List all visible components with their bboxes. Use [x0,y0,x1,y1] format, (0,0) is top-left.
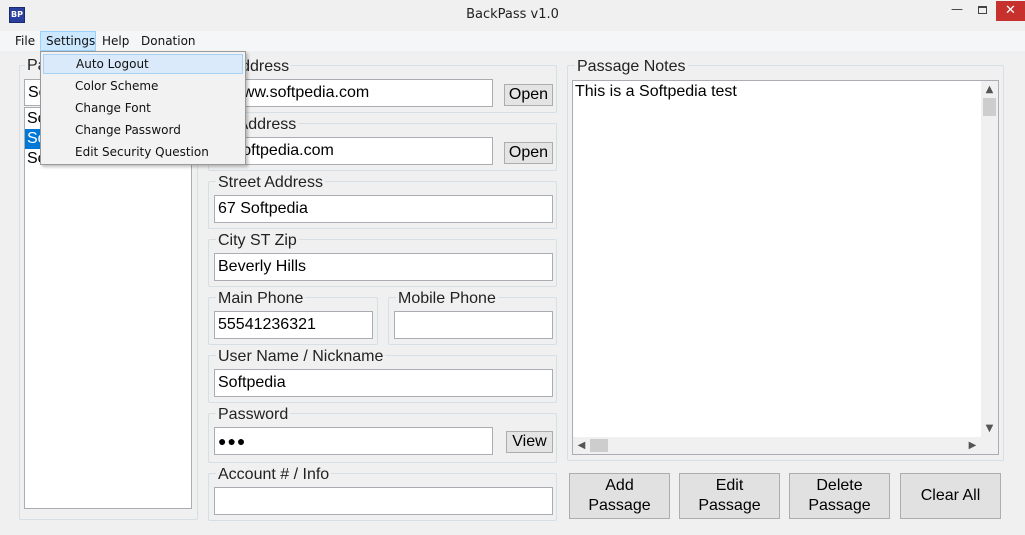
scroll-right-icon[interactable]: ▶ [964,437,981,454]
username-input[interactable]: Softpedia [214,369,553,397]
passage-list[interactable]: So So So [24,107,192,509]
settings-dropdown-menu: Auto Logout Color Scheme Change Font Cha… [40,51,246,165]
email-address-input[interactable]: @softpedia.com [214,137,493,165]
minimize-button[interactable]: — [944,1,970,21]
horizontal-scroll-thumb[interactable] [590,439,608,452]
passage-notes-label: Passage Notes [575,58,688,76]
password-input[interactable]: ●●● [214,427,493,455]
street-address-label: Street Address [216,174,325,192]
edit-passage-button[interactable]: Edit Passage [679,473,780,519]
maximize-icon [978,6,987,14]
main-phone-input[interactable]: 55541236321 [214,311,373,339]
passage-notes-textarea[interactable]: This is a Softpedia test ▲ ▼ ◀ ▶ [572,80,999,455]
scroll-left-icon[interactable]: ◀ [573,437,590,454]
close-button[interactable]: ✕ [996,1,1025,21]
street-address-input[interactable]: 67 Softpedia [214,195,553,223]
menu-bar: File Settings Help Donation [0,31,1025,51]
city-label: City ST Zip [216,232,299,250]
mobile-phone-input[interactable] [394,311,553,339]
scroll-up-icon[interactable]: ▲ [981,81,998,98]
menu-item-change-password[interactable]: Change Password [43,120,243,140]
notes-horizontal-scrollbar[interactable]: ◀ ▶ [573,437,981,454]
menu-item-edit-security-question[interactable]: Edit Security Question [43,142,243,162]
menu-item-change-font[interactable]: Change Font [43,98,243,118]
add-passage-button[interactable]: Add Passage [569,473,670,519]
title-bar: BP BackPass v1.0 — ✕ [0,0,1025,31]
open-email-button[interactable]: Open [504,142,553,164]
city-input[interactable]: Beverly Hills [214,253,553,281]
account-label: Account # / Info [216,466,332,484]
main-phone-label: Main Phone [216,290,306,308]
username-label: User Name / Nickname [216,348,386,366]
notes-vertical-scrollbar[interactable]: ▲ ▼ [981,81,998,437]
account-input[interactable] [214,487,553,515]
menu-settings[interactable]: Settings [40,31,96,51]
delete-passage-button[interactable]: Delete Passage [789,473,890,519]
mobile-phone-label: Mobile Phone [396,290,498,308]
menu-donation[interactable]: Donation [136,31,201,51]
scrollbar-corner [981,437,998,454]
scroll-down-icon[interactable]: ▼ [981,420,998,437]
menu-file[interactable]: File [10,31,40,51]
open-web-button[interactable]: Open [504,84,553,106]
notes-text: This is a Softpedia test [575,83,737,100]
vertical-scroll-thumb[interactable] [983,98,996,116]
menu-item-auto-logout[interactable]: Auto Logout [43,54,243,74]
view-password-button[interactable]: View [506,431,553,453]
window-title: BackPass v1.0 [466,7,559,22]
password-label: Password [216,406,291,424]
menu-item-color-scheme[interactable]: Color Scheme [43,76,243,96]
menu-help[interactable]: Help [97,31,134,51]
clear-all-button[interactable]: Clear All [900,473,1001,519]
web-address-input[interactable]: ://www.softpedia.com [214,79,493,107]
maximize-button[interactable] [970,1,996,21]
